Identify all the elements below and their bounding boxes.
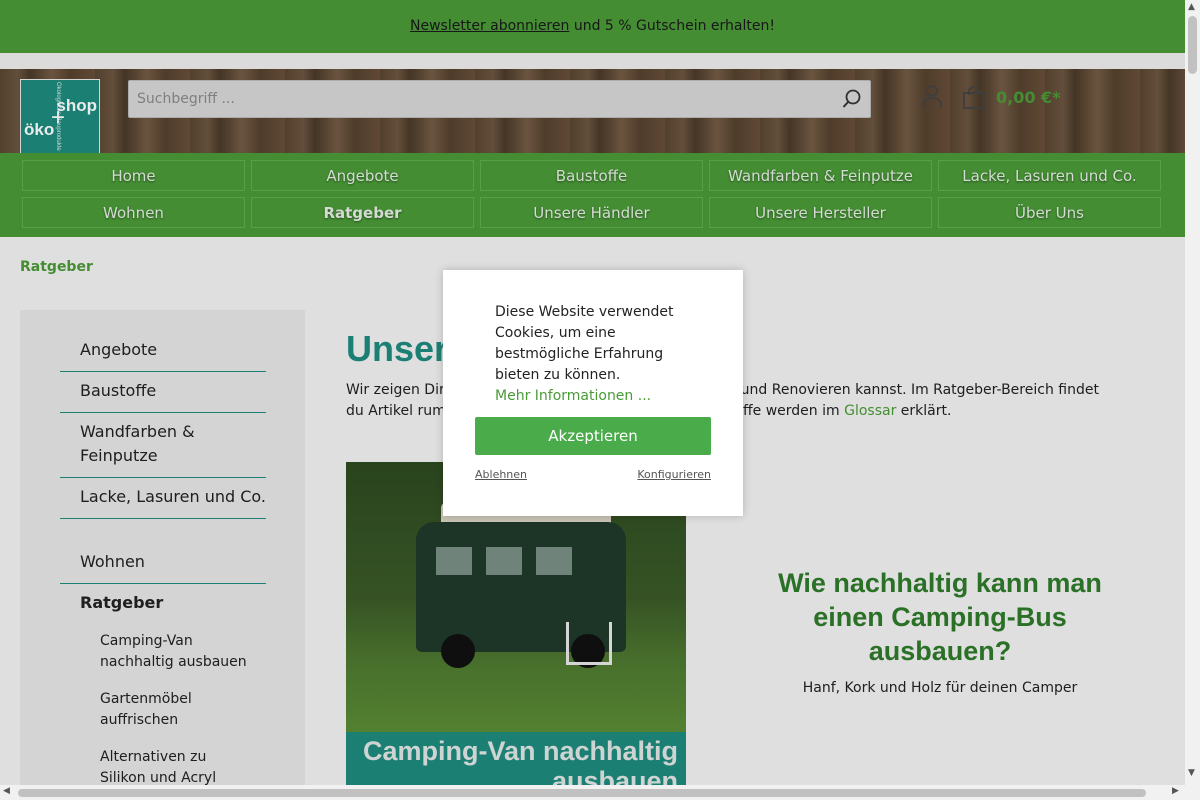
configure-link[interactable]: Konfigurieren — [637, 468, 711, 481]
scroll-left-icon[interactable]: ◀ — [3, 786, 10, 796]
decline-link[interactable]: Ablehnen — [475, 468, 527, 481]
scroll-right-icon[interactable]: ▶ — [1172, 786, 1179, 796]
vertical-scrollbar[interactable]: ▲ ▼ — [1185, 0, 1200, 800]
scroll-thumb[interactable] — [1188, 16, 1197, 74]
scroll-up-icon[interactable]: ▲ — [1188, 2, 1195, 12]
cookie-dialog: Diese Website verwendet Cookies, um eine… — [443, 270, 743, 516]
accept-button[interactable]: Akzeptieren — [475, 417, 711, 455]
cookie-more-link[interactable]: Mehr Informationen ... — [495, 386, 695, 407]
cookie-text: Diese Website verwendet Cookies, um eine… — [495, 304, 674, 383]
scroll-down-icon[interactable]: ▼ — [1188, 768, 1195, 778]
cookie-message: Diese Website verwendet Cookies, um eine… — [495, 302, 695, 407]
scroll-thumb-horizontal[interactable] — [18, 789, 1146, 797]
horizontal-scrollbar[interactable]: ◀ ▶ — [0, 785, 1185, 800]
